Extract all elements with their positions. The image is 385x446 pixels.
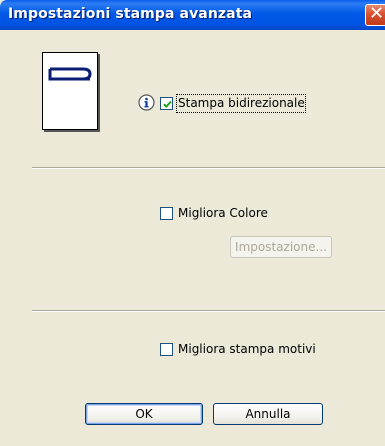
bidirectional-label[interactable]: Stampa bidirezionale — [178, 96, 305, 110]
window-title: Impostazioni stampa avanzata — [8, 6, 253, 22]
improve-pattern-label[interactable]: Migliora stampa motivi — [178, 342, 316, 356]
separator — [32, 310, 385, 312]
separator — [32, 167, 385, 169]
checkmark-icon — [163, 100, 172, 109]
improve-pattern-checkbox[interactable] — [160, 343, 173, 356]
bidirectional-checkbox[interactable] — [160, 97, 173, 110]
close-icon: ✕ — [369, 3, 385, 24]
improve-color-label[interactable]: Migliora Colore — [178, 206, 268, 220]
info-icon — [138, 94, 155, 111]
close-button[interactable]: ✕ — [365, 3, 385, 26]
improve-color-checkbox[interactable] — [160, 207, 173, 220]
dialog-window: Impostazioni stampa avanzata ✕ Stampa bi… — [0, 0, 385, 446]
paper-orientation-icon — [42, 52, 98, 130]
cancel-button[interactable]: Annulla — [213, 403, 323, 425]
title-bar[interactable]: Impostazioni stampa avanzata ✕ — [0, 0, 385, 30]
settings-button[interactable]: Impostazione... — [230, 236, 332, 258]
ok-button[interactable]: OK — [85, 403, 203, 425]
